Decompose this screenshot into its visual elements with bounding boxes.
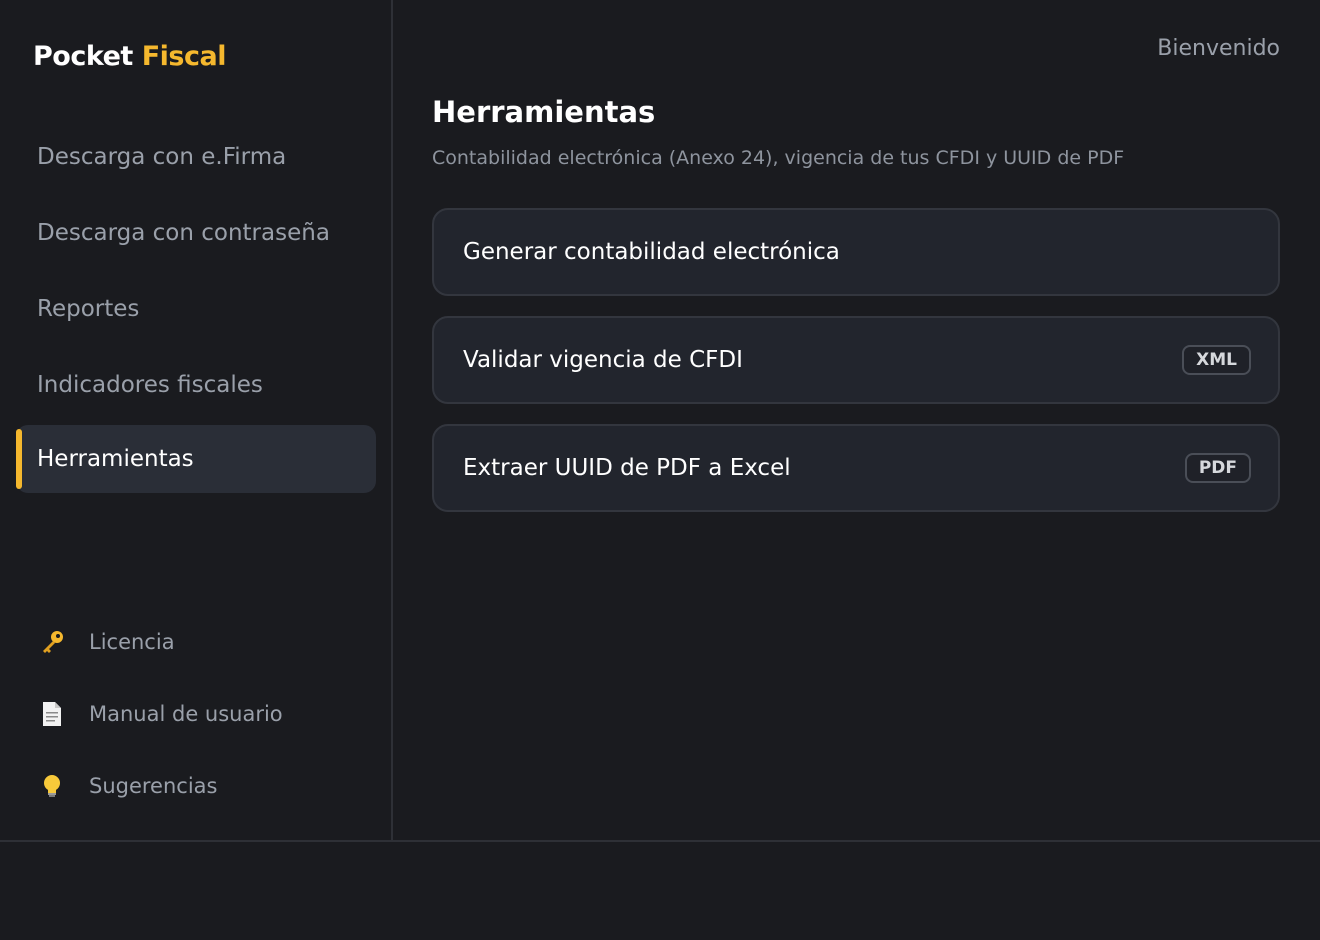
tool-card-label: Validar vigencia de CFDI [463, 347, 743, 373]
key-icon [36, 626, 68, 658]
sidebar-item-descarga-contrasena[interactable]: Descarga con contraseña [16, 199, 376, 267]
page-subtitle: Contabilidad electrónica (Anexo 24), vig… [432, 147, 1125, 169]
sidebar-item-label: Descarga con contraseña [37, 220, 330, 246]
logo-text-accent: Fiscal [141, 41, 227, 72]
pdf-badge: PDF [1184, 453, 1251, 483]
lightbulb-icon [36, 770, 68, 802]
tool-card-validar-cfdi[interactable]: Validar vigencia de CFDI XML [432, 316, 1280, 404]
app-window: Pocket Fiscal Descarga con e.Firma Desca… [0, 0, 1320, 840]
sidebar-link-sugerencias[interactable]: Sugerencias [36, 766, 217, 806]
sidebar-item-label: Indicadores fiscales [37, 372, 263, 398]
main-content: Bienvenido Herramientas Contabilidad ele… [395, 0, 1320, 840]
sidebar-item-reportes[interactable]: Reportes [16, 275, 376, 343]
licencia-label: Licencia [89, 630, 175, 654]
sidebar-link-licencia[interactable]: Licencia [36, 622, 175, 662]
tool-card-extraer-uuid[interactable]: Extraer UUID de PDF a Excel PDF [432, 424, 1280, 512]
sidebar: Pocket Fiscal Descarga con e.Firma Desca… [0, 0, 393, 840]
xml-badge: XML [1182, 345, 1251, 375]
tool-card-generar-contabilidad[interactable]: Generar contabilidad electrónica [432, 208, 1280, 296]
manual-label: Manual de usuario [89, 702, 283, 726]
sugerencias-label: Sugerencias [89, 774, 218, 798]
document-icon [36, 698, 68, 730]
sidebar-item-label: Descarga con e.Firma [37, 144, 287, 170]
page-title: Herramientas [432, 95, 656, 129]
logo-text-primary: Pocket [33, 41, 133, 72]
app-logo: Pocket Fiscal [33, 41, 226, 72]
tool-card-label: Extraer UUID de PDF a Excel [463, 455, 791, 481]
sidebar-item-label: Herramientas [37, 446, 194, 472]
sidebar-item-herramientas[interactable]: Herramientas [16, 425, 376, 493]
footer-divider [0, 840, 1320, 842]
tool-card-label: Generar contabilidad electrónica [463, 239, 840, 265]
welcome-text: Bienvenido [1157, 36, 1280, 61]
sidebar-item-indicadores-fiscales[interactable]: Indicadores fiscales [16, 351, 376, 419]
sidebar-item-label: Reportes [37, 296, 140, 322]
sidebar-item-descarga-efirma[interactable]: Descarga con e.Firma [16, 123, 376, 191]
sidebar-link-manual[interactable]: Manual de usuario [36, 694, 283, 734]
